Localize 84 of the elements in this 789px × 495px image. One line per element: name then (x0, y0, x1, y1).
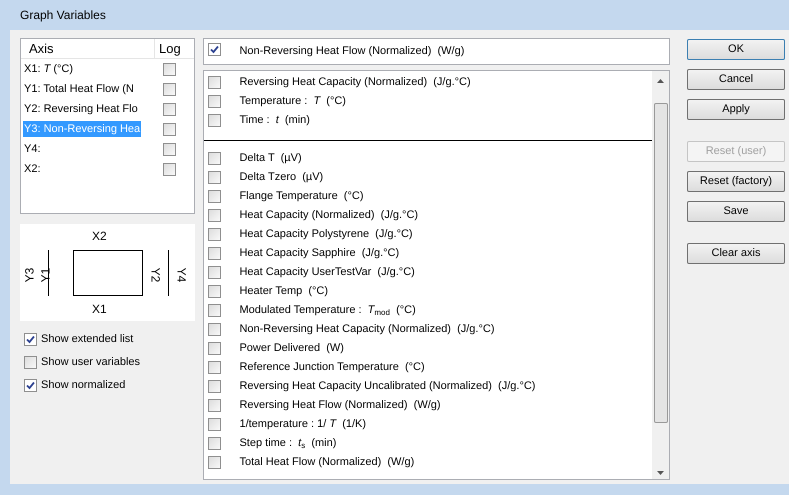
checkbox[interactable] (208, 171, 222, 184)
option-label: Show user variables (41, 354, 140, 370)
variable-label: Reversing Heat Flow (Normalized) (W/g) (239, 398, 441, 414)
option-label: Show normalized (41, 378, 126, 393)
checkbox[interactable] (208, 285, 222, 298)
scroll-down-icon[interactable] (657, 471, 664, 475)
variable-label: Time : t (min) (239, 113, 310, 128)
checkbox[interactable] (163, 82, 176, 96)
variable-label: Heat Capacity UserTestVar (J/g.°C) (239, 265, 415, 280)
variable-label: Non-Reversing Heat Flow (Normalized) (W/g) (239, 44, 464, 59)
check-icon (26, 380, 35, 390)
variable-label: 1/temperature : 1/ T (1/K) (239, 417, 366, 432)
checkbox[interactable] (163, 62, 176, 76)
axis-line (168, 250, 169, 296)
checkbox[interactable] (208, 399, 222, 412)
variable-label: Heater Temp (°C) (239, 284, 328, 300)
variable-label: Heat Capacity Polystyrene (J/g.°C) (239, 227, 413, 242)
checkbox[interactable] (24, 356, 37, 368)
axis-item[interactable]: X1: T (°C) (23, 60, 74, 78)
checkbox[interactable] (163, 162, 176, 176)
checkbox[interactable] (163, 122, 176, 136)
checkbox[interactable] (208, 209, 222, 222)
checkbox[interactable] (208, 247, 222, 260)
axis-item[interactable]: X2: (23, 160, 42, 178)
checkbox[interactable] (208, 361, 222, 374)
scroll-up-icon[interactable] (657, 79, 664, 83)
dialog-button[interactable]: Save (687, 201, 785, 222)
checkbox[interactable] (208, 380, 222, 393)
checkbox[interactable] (208, 437, 222, 450)
dialog-button[interactable]: Cancel (687, 69, 785, 90)
checkbox[interactable] (24, 378, 37, 392)
checkbox[interactable] (208, 304, 222, 317)
axis-label: Y2 (147, 268, 164, 282)
checkbox[interactable] (208, 95, 222, 108)
variable-label: Reference Junction Temperature (°C) (239, 360, 425, 376)
checkbox[interactable] (163, 102, 176, 116)
axis-line (48, 250, 49, 296)
scroll-thumb[interactable] (654, 103, 668, 423)
variable-label: Flange Temperature (°C) (239, 189, 364, 204)
checkbox[interactable] (208, 190, 222, 203)
checkbox[interactable] (24, 332, 37, 346)
checkbox[interactable] (208, 43, 222, 56)
checkbox[interactable] (208, 418, 222, 431)
option-label: Show extended list (41, 332, 134, 347)
dialog-button[interactable]: Clear axis (687, 243, 785, 264)
variable-label: Heat Capacity Sapphire (J/g.°C) (239, 246, 400, 262)
variable-label: Delta T (µV) (239, 151, 302, 166)
checkbox[interactable] (208, 456, 222, 469)
axis-item[interactable]: Y1: Total Heat Flow (N (23, 80, 135, 98)
checkbox[interactable] (208, 114, 222, 127)
variable-label: Heat Capacity (Normalized) (J/g.°C) (239, 208, 418, 224)
dialog-button[interactable]: Apply (687, 99, 785, 120)
plot-frame (73, 250, 143, 296)
checkbox[interactable] (208, 266, 222, 279)
check-icon (210, 45, 220, 54)
variable-label: Modulated Temperature : T$_{mod}$ (°C) (239, 303, 416, 319)
variable-label: Reversing Heat Capacity (Normalized) (J/g.°C) (239, 75, 471, 90)
variable-label: Reversing Heat Capacity Uncalibrated (Normalized) (J/g.°C) (239, 379, 536, 394)
window-title: Graph Variables (20, 7, 106, 24)
variable-label: Non-Reversing Heat Capacity (Normalized) (J/g.°C) (239, 322, 494, 338)
variable-label: Step time : t$_{s}$ (min) (239, 436, 336, 452)
checkbox[interactable] (208, 323, 222, 336)
dialog-button[interactable]: OK (687, 39, 785, 60)
variable-label: Power Delivered (W) (239, 341, 344, 356)
variable-label: Total Heat Flow (Normalized) (W/g) (239, 455, 414, 470)
axis-label: Y3 (21, 268, 38, 282)
column-header: Axis (21, 38, 155, 58)
variable-label: Delta Tzero (µV) (239, 170, 324, 186)
axis-item[interactable]: Y4: (23, 140, 42, 158)
checkbox[interactable] (208, 228, 222, 241)
variable-label: Temperature : T (°C) (239, 94, 346, 110)
scrollbar[interactable] (652, 71, 669, 479)
check-icon (26, 334, 35, 344)
column-header: Log (158, 40, 181, 58)
axis-item[interactable]: Y2: Reversing Heat Flo (23, 100, 139, 118)
axis-label: X1 (92, 301, 107, 318)
checkbox[interactable] (208, 76, 222, 89)
dialog-button[interactable]: Reset (factory) (687, 171, 785, 192)
axis-label: Y4 (173, 268, 190, 282)
selected-variable-field[interactable]: Non-Reversing Heat Flow (Normalized) (W/g) (203, 38, 670, 65)
checkbox[interactable] (208, 342, 222, 355)
axis-label: X2 (92, 228, 107, 245)
checkbox[interactable] (163, 142, 176, 156)
checkbox[interactable] (208, 152, 222, 165)
